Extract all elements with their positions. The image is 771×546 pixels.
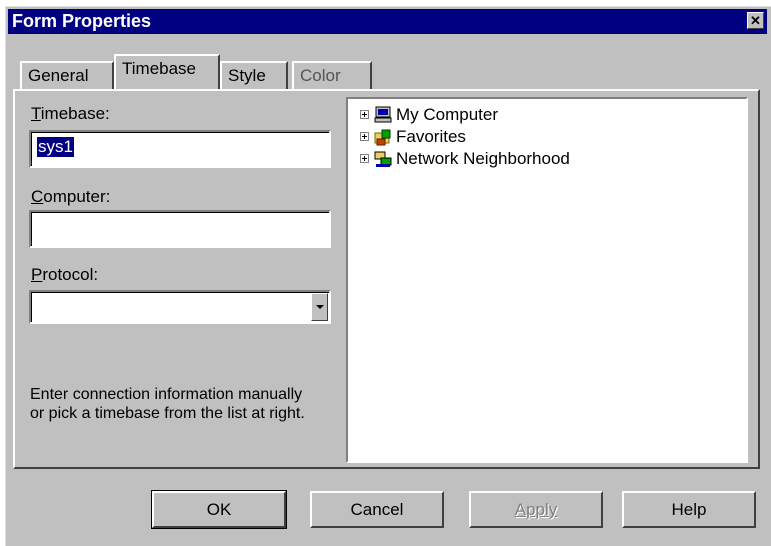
- help-text: Enter connection information manually or…: [30, 386, 305, 422]
- tab-color-label: Color: [300, 66, 341, 85]
- cancel-button-label: Cancel: [350, 500, 404, 519]
- close-icon: ✕: [750, 13, 761, 28]
- tab-color[interactable]: Color: [292, 61, 372, 89]
- ok-button[interactable]: OK: [151, 490, 287, 529]
- chevron-down-icon[interactable]: [311, 293, 328, 321]
- tree-item-label: Network Neighborhood: [396, 149, 570, 168]
- computer-label-text: omputer:: [43, 187, 111, 206]
- computer-icon: [374, 106, 392, 123]
- cancel-button[interactable]: Cancel: [310, 491, 444, 528]
- ok-button-label: OK: [206, 500, 232, 519]
- expand-icon[interactable]: [360, 110, 369, 119]
- help-button-label: Help: [671, 500, 707, 519]
- favorites-icon: [374, 129, 391, 146]
- apply-button[interactable]: Apply: [469, 491, 603, 528]
- computer-label: Computer:: [31, 187, 110, 207]
- tab-timebase-label: Timebase: [122, 59, 197, 78]
- protocol-label-text: rotocol:: [42, 265, 99, 284]
- tab-general-label: General: [28, 66, 89, 85]
- timebase-tree[interactable]: My Computer Favorites Network Neighborho…: [346, 97, 748, 463]
- computer-label-mnemonic: C: [31, 187, 44, 206]
- protocol-select[interactable]: [29, 290, 331, 324]
- close-button[interactable]: ✕: [747, 12, 764, 29]
- timebase-label-mnemonic: T: [31, 104, 41, 123]
- tab-style-label: Style: [228, 66, 266, 85]
- title-bar[interactable]: Form Properties ✕: [8, 9, 767, 34]
- window-title: Form Properties: [12, 11, 152, 31]
- tab-timebase[interactable]: Timebase: [114, 54, 220, 89]
- apply-button-label: Apply: [514, 500, 558, 519]
- tree-item-label: Favorites: [396, 127, 466, 146]
- expand-icon[interactable]: [360, 154, 369, 163]
- timebase-label: Timebase:: [31, 104, 110, 124]
- computer-input[interactable]: [29, 210, 331, 248]
- timebase-input-value: sys1: [37, 137, 74, 157]
- network-icon: [374, 151, 392, 167]
- timebase-label-text: imebase:: [40, 104, 110, 123]
- protocol-label-mnemonic: P: [31, 265, 43, 284]
- tree-item-label: My Computer: [396, 105, 499, 124]
- help-button[interactable]: Help: [622, 491, 756, 528]
- expand-icon[interactable]: [360, 132, 369, 141]
- protocol-label: Protocol:: [31, 265, 98, 285]
- tab-style[interactable]: Style: [220, 61, 288, 89]
- tab-general[interactable]: General: [20, 61, 114, 89]
- timebase-input[interactable]: sys1: [29, 130, 331, 168]
